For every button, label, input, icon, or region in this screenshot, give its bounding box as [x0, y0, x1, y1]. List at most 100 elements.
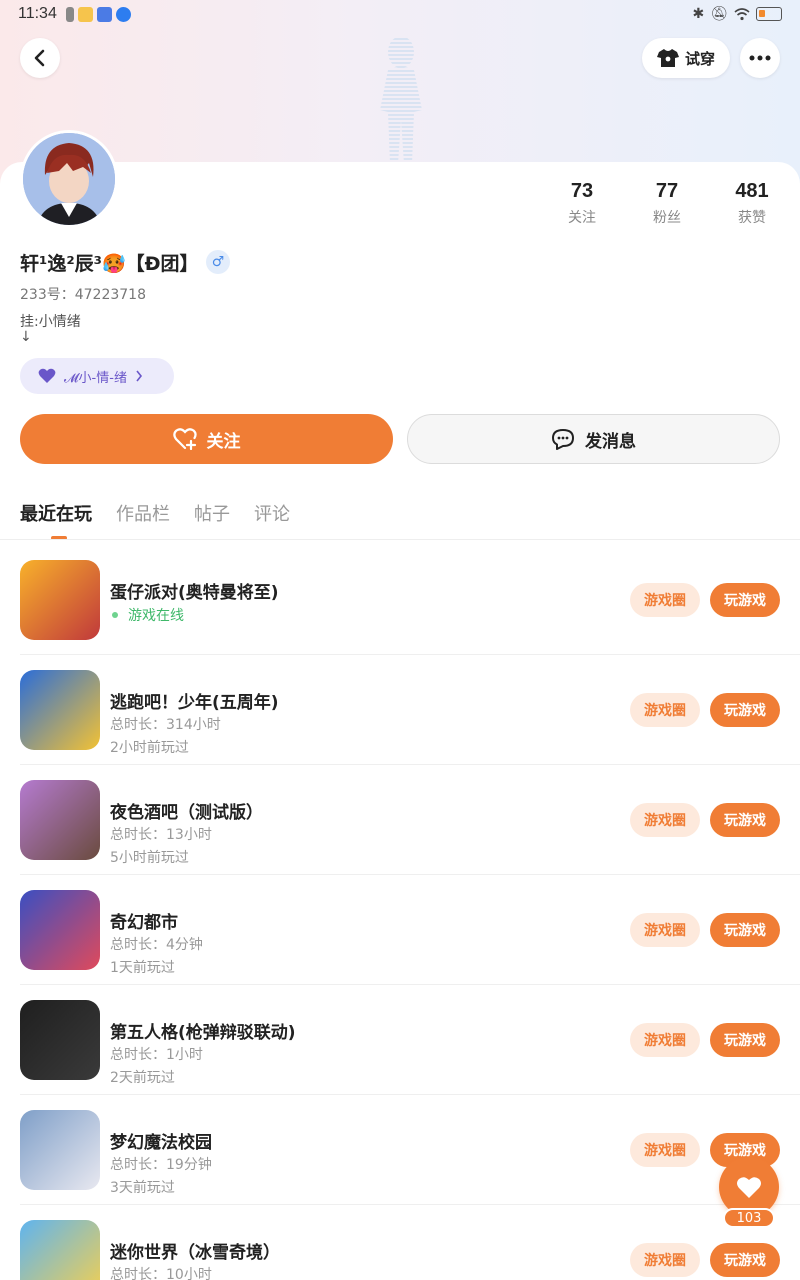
stat-following-label: 关注: [568, 210, 596, 226]
game-icon[interactable]: [20, 890, 100, 970]
game-row[interactable]: 迷你世界（冰雪奇境） 总时长：10小时 游戏圈 玩游戏: [20, 1205, 800, 1280]
game-title: 夜色酒吧（测试版）: [110, 803, 263, 823]
play-game-button[interactable]: 玩游戏: [710, 693, 780, 727]
sim-icon: [66, 7, 74, 22]
avatar[interactable]: [20, 130, 118, 228]
play-game-button[interactable]: 玩游戏: [710, 583, 780, 617]
app-notify-icon: [97, 7, 112, 22]
game-row[interactable]: 夜色酒吧（测试版） 总时长：13小时 5小时前玩过 游戏圈 玩游戏: [20, 765, 800, 875]
stat-following[interactable]: 73 关注: [542, 180, 622, 227]
profile-tabs: 最近在玩 作品栏 帖子 评论: [20, 500, 290, 526]
stat-likes-count: 481: [735, 180, 769, 202]
follow-button[interactable]: 关注: [20, 414, 393, 464]
game-total-playtime: 总时长：19分钟: [110, 1157, 212, 1173]
game-total-playtime: 总时长：4分钟: [110, 937, 203, 953]
game-last-played: 2小时前玩过: [110, 740, 189, 756]
game-last-played: 5小时前玩过: [110, 850, 189, 866]
chevron-left-icon: [34, 49, 45, 67]
game-community-button[interactable]: 游戏圈: [630, 693, 700, 727]
game-row[interactable]: 蛋仔派对(奥特曼将至) 游戏在线 游戏圈 玩游戏: [20, 545, 800, 655]
game-total-playtime: 总时长：1小时: [110, 1047, 203, 1063]
avatar-figure-silhouette: [380, 36, 422, 164]
back-button[interactable]: [20, 38, 60, 78]
play-game-button[interactable]: 玩游戏: [710, 913, 780, 947]
game-icon[interactable]: [20, 560, 100, 640]
game-community-button[interactable]: 游戏圈: [630, 803, 700, 837]
try-on-label: 试穿: [684, 49, 715, 68]
tab-posts[interactable]: 帖子: [194, 500, 230, 526]
game-online-status: 游戏在线: [110, 605, 184, 625]
chat-bubble-icon: [552, 429, 574, 450]
heart-add-icon: [172, 428, 197, 450]
game-community-button[interactable]: 游戏圈: [630, 1133, 700, 1167]
game-title: 蛋仔派对(奥特曼将至): [110, 583, 279, 603]
username: 轩¹逸²辰³🥵【Đ团】: [20, 253, 199, 275]
stat-followers-count: 77: [655, 180, 679, 202]
group-tag-pill[interactable]: 𝓜小-情-绪: [20, 358, 174, 394]
game-title: 奇幻都市: [110, 913, 178, 933]
game-total-playtime: 总时长：314小时: [110, 717, 221, 733]
heart-icon: [737, 1176, 761, 1198]
tab-recently-played[interactable]: 最近在玩: [20, 500, 92, 526]
game-icon[interactable]: [20, 1220, 100, 1280]
game-last-played: 2天前玩过: [110, 1070, 175, 1086]
game-icon[interactable]: [20, 1110, 100, 1190]
stat-likes-label: 获赞: [738, 210, 766, 226]
game-title: 梦幻魔法校园: [110, 1133, 212, 1153]
avatar-image: [23, 133, 115, 225]
gender-male-icon: ♂: [206, 250, 230, 274]
bluetooth-icon: ✱: [692, 6, 705, 22]
wifi-icon: [734, 7, 750, 20]
status-time: 11:34: [18, 5, 57, 22]
stat-likes[interactable]: 481 获赞: [712, 180, 792, 227]
chevron-right-icon: [136, 370, 142, 382]
notification-icons: [66, 7, 131, 22]
play-game-button[interactable]: 玩游戏: [710, 803, 780, 837]
mute-icon: 🔕︎: [710, 6, 728, 22]
game-title: 逃跑吧！少年(五周年): [110, 693, 279, 713]
app-notify-icon: [116, 7, 131, 22]
game-row[interactable]: 第五人格(枪弹辩驳联动) 总时长：1小时 2天前玩过 游戏圈 玩游戏: [20, 985, 800, 1095]
bio-line-1: 挂:小情绪: [20, 314, 81, 330]
game-community-button[interactable]: 游戏圈: [630, 913, 700, 947]
recent-games-list: 蛋仔派对(奥特曼将至) 游戏在线 游戏圈 玩游戏 逃跑吧！少年(五周年) 总时长：314小…: [0, 545, 800, 1280]
try-on-button[interactable]: 试穿: [642, 38, 730, 78]
game-title: 第五人格(枪弹辩驳联动): [110, 1023, 296, 1043]
message-label: 发消息: [585, 431, 636, 452]
status-bar: 11:34 ✱ 🔕︎: [0, 0, 800, 30]
tab-comments[interactable]: 评论: [254, 500, 290, 526]
play-game-button[interactable]: 玩游戏: [710, 1243, 780, 1277]
game-row[interactable]: 梦幻魔法校园 总时长：19分钟 3天前玩过 游戏圈 玩游戏: [20, 1095, 800, 1205]
game-total-playtime: 总时长：13小时: [110, 827, 212, 843]
stat-followers[interactable]: 77 粉丝: [627, 180, 707, 227]
more-dots-icon: [749, 55, 771, 61]
game-total-playtime: 总时长：10小时: [110, 1267, 212, 1280]
game-icon[interactable]: [20, 780, 100, 860]
play-game-button[interactable]: 玩游戏: [710, 1023, 780, 1057]
game-community-button[interactable]: 游戏圈: [630, 583, 700, 617]
game-community-button[interactable]: 游戏圈: [630, 1023, 700, 1057]
online-dot-icon: [112, 612, 118, 618]
game-row[interactable]: 逃跑吧！少年(五周年) 总时长：314小时 2小时前玩过 游戏圈 玩游戏: [20, 655, 800, 765]
user-id-value[interactable]: 47223718: [75, 287, 146, 303]
more-button[interactable]: [740, 38, 780, 78]
battery-icon: [756, 7, 782, 21]
like-count-badge: 103: [723, 1208, 775, 1228]
game-row[interactable]: 奇幻都市 总时长：4分钟 1天前玩过 游戏圈 玩游戏: [20, 875, 800, 985]
bio-line-2: ↓: [20, 329, 32, 345]
tshirt-icon: [656, 49, 679, 67]
tabs-divider: [0, 539, 800, 540]
game-last-played: 3天前玩过: [110, 1180, 175, 1196]
game-icon[interactable]: [20, 670, 100, 750]
message-button[interactable]: 发消息: [407, 414, 780, 464]
follow-label: 关注: [206, 431, 241, 452]
heart-icon: [38, 368, 56, 383]
app-notify-icon: [78, 7, 93, 22]
online-status-label: 游戏在线: [128, 608, 184, 624]
game-icon[interactable]: [20, 1000, 100, 1080]
game-title: 迷你世界（冰雪奇境）: [110, 1243, 280, 1263]
game-community-button[interactable]: 游戏圈: [630, 1243, 700, 1277]
group-tag-label: 𝓜小-情-绪: [64, 370, 127, 386]
tab-works[interactable]: 作品栏: [116, 500, 170, 526]
user-id-row: 233号：47223718: [20, 284, 146, 304]
